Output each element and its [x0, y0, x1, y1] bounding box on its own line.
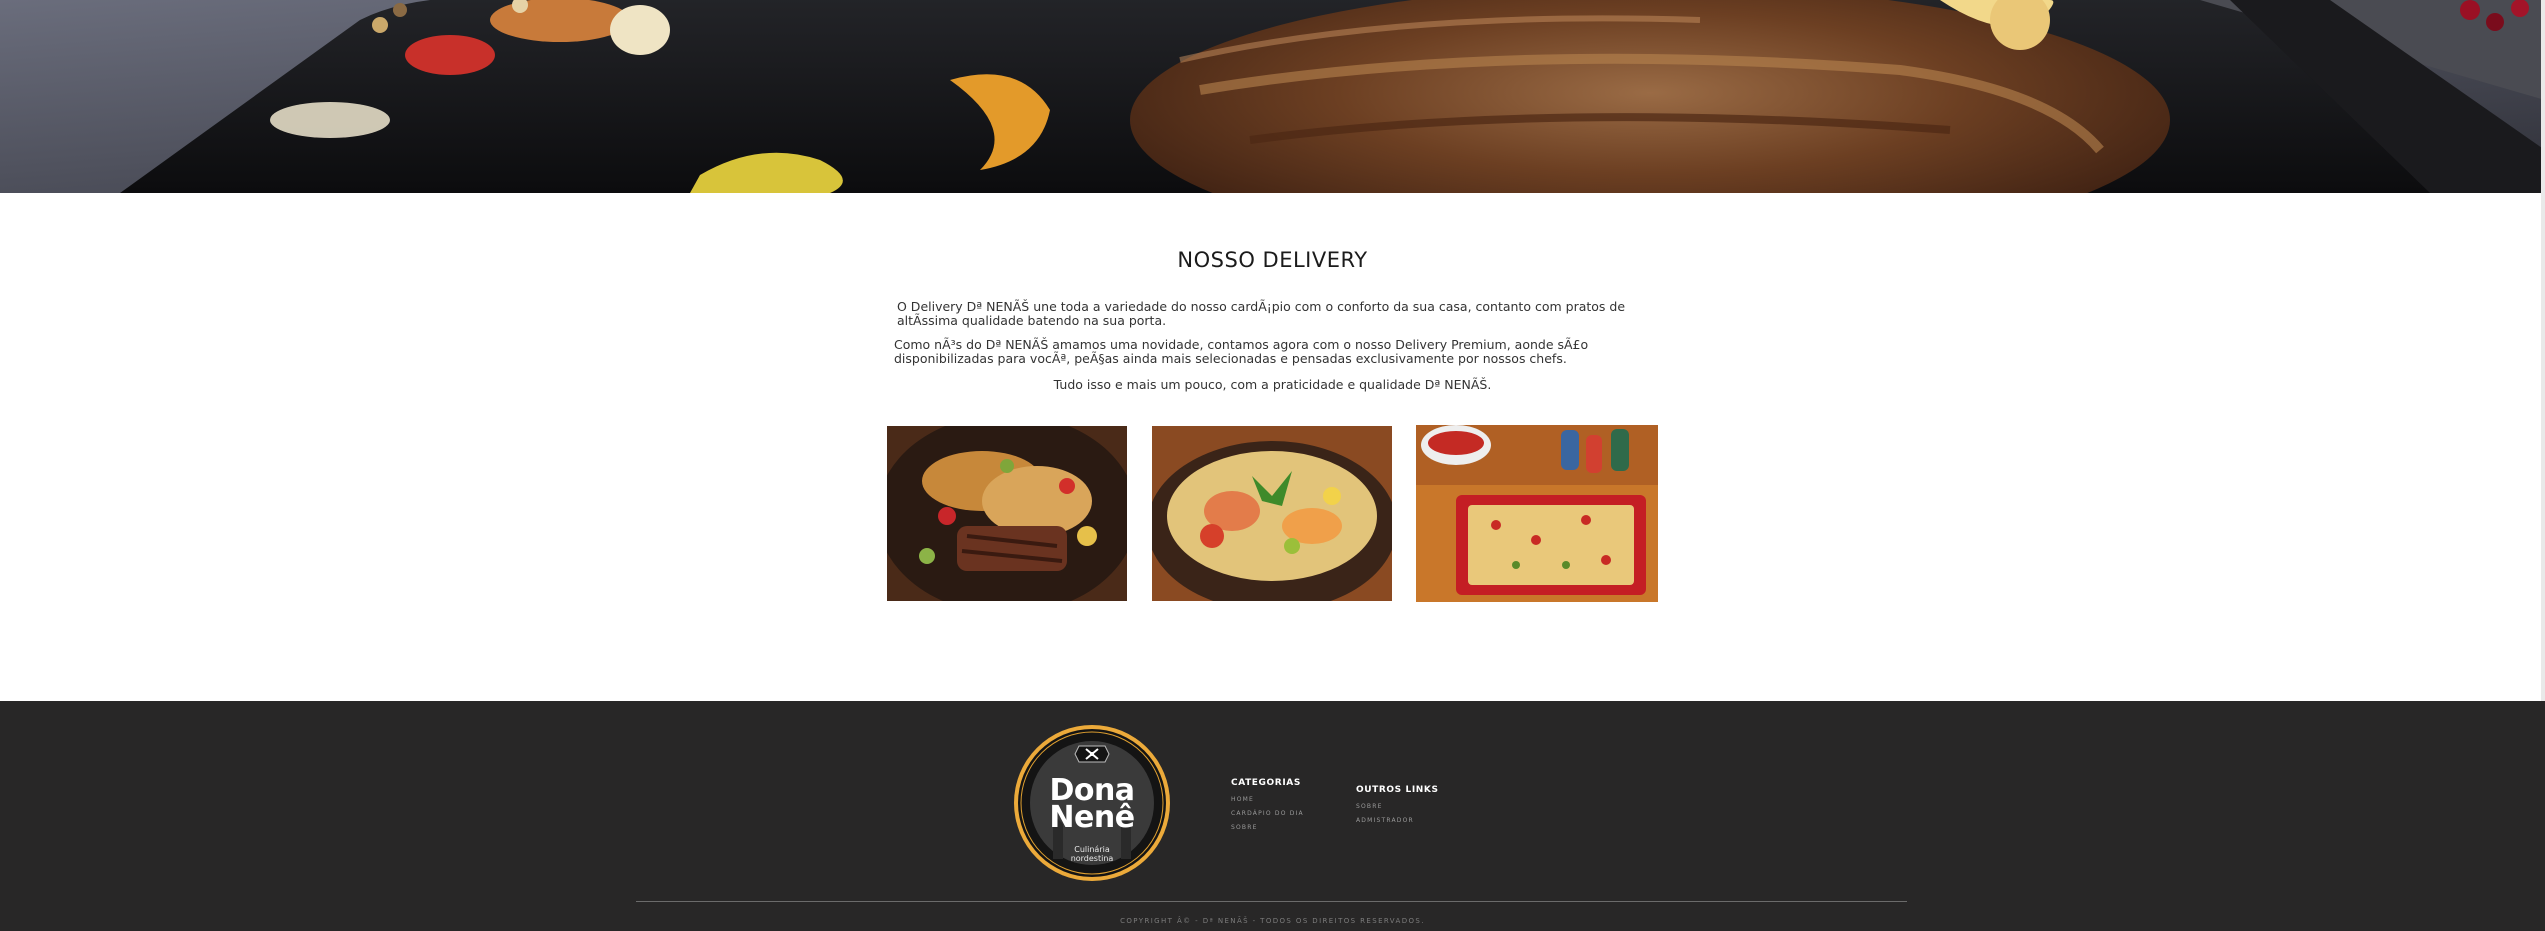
footer-link-sobre[interactable]: SOBRE	[1356, 800, 1439, 814]
section-title: NOSSO DELIVERY	[1177, 248, 1368, 272]
closing-text: Tudo isso e mais um pouco, com a pratici…	[1053, 377, 1492, 392]
stew-dish-photo	[1152, 426, 1392, 601]
footer-column-outros-links: OUTROS LINKS SOBRE ADMISTRADOR	[1356, 785, 1439, 828]
footer-link-cardapio-do-dia[interactable]: CARDÁPIO DO DIA	[1231, 807, 1304, 821]
hero-banner	[0, 0, 2545, 193]
footer-link-home[interactable]: HOME	[1231, 793, 1304, 807]
footer-column-title: OUTROS LINKS	[1356, 785, 1439, 795]
logo-subtitle-line-1: Culinária	[1074, 845, 1110, 854]
copyright-text: COPYRIGHT Â© - Dª NENÃŠ - TODOS OS DIREI…	[1120, 917, 1425, 925]
premium-description: Como nÃ³s do Dª NENÃŠ amamos uma novidad…	[894, 337, 1589, 366]
footer-divider	[636, 901, 1907, 902]
delivery-description: O Delivery Dª NENÃŠ une toda a variedade…	[897, 299, 1626, 328]
hero-grill-photo	[0, 0, 2545, 193]
logo-subtitle-line-2: nordestina	[1070, 854, 1114, 863]
footer-column-title: CATEGORIAS	[1231, 778, 1301, 788]
logo-subtitle: Culinária nordestina	[1013, 845, 1171, 863]
footer-link-sobre[interactable]: SOBRE	[1231, 821, 1304, 835]
rice-casserole-photo	[1416, 425, 1658, 602]
footer-column-categorias: CATEGORIAS HOME CARDÁPIO DO DIA SOBRE	[1231, 778, 1304, 835]
grilled-meat-dish-photo	[887, 426, 1127, 601]
footer-link-admistrador[interactable]: ADMISTRADOR	[1356, 814, 1439, 828]
logo-text-line-2: Nenê	[1049, 800, 1135, 835]
